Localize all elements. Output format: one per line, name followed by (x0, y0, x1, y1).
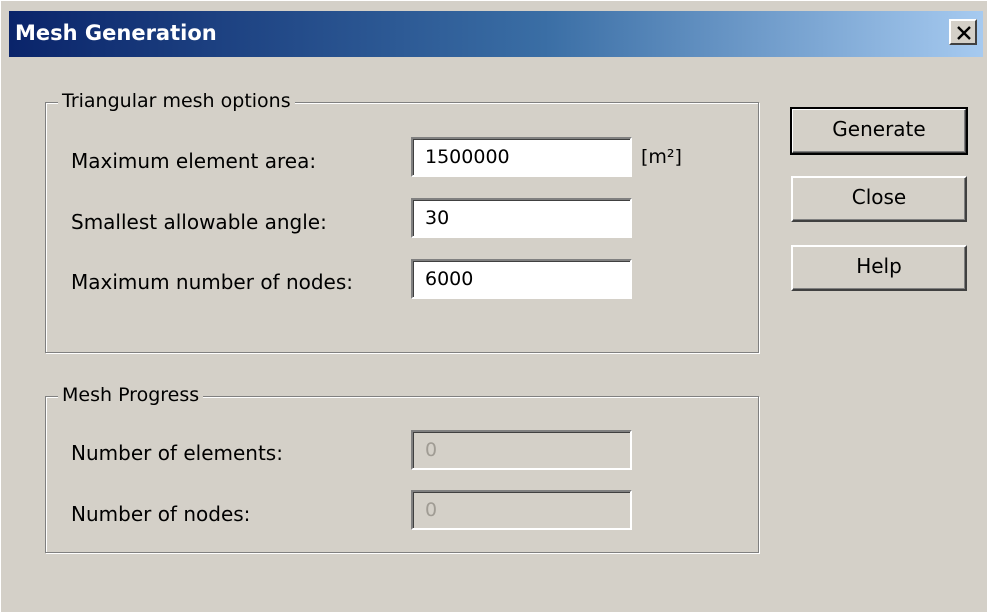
number-of-elements-field-box (411, 430, 632, 470)
smallest-angle-input[interactable] (413, 200, 630, 236)
max-nodes-label: Maximum number of nodes: (71, 270, 354, 294)
number-of-elements-input (413, 432, 630, 468)
max-element-area-field-box (411, 137, 632, 177)
smallest-angle-label: Smallest allowable angle: (71, 210, 327, 234)
max-element-area-input[interactable] (413, 139, 630, 175)
close-icon (957, 26, 971, 40)
area-unit-label: [m²] (641, 146, 682, 168)
number-of-nodes-input (413, 492, 630, 528)
help-button[interactable]: Help (791, 245, 967, 291)
mesh-progress-legend: Mesh Progress (58, 384, 204, 406)
smallest-angle-field-box (411, 198, 632, 238)
number-of-elements-label: Number of elements: (71, 441, 283, 465)
mesh-progress-group: Mesh Progress (45, 384, 759, 553)
window-title: Mesh Generation (15, 21, 217, 45)
number-of-nodes-field-box (411, 490, 632, 530)
close-window-button[interactable] (949, 19, 977, 45)
mesh-generation-dialog: Mesh Generation Triangular mesh options … (0, 0, 987, 612)
generate-button[interactable]: Generate (790, 107, 968, 155)
max-nodes-field-box (411, 259, 632, 299)
number-of-nodes-label: Number of nodes: (71, 502, 251, 526)
close-button[interactable]: Close (791, 176, 967, 222)
max-element-area-label: Maximum element area: (71, 149, 317, 173)
title-bar[interactable]: Mesh Generation (9, 11, 983, 57)
max-nodes-input[interactable] (413, 261, 630, 297)
triangular-mesh-options-legend: Triangular mesh options (58, 90, 295, 112)
